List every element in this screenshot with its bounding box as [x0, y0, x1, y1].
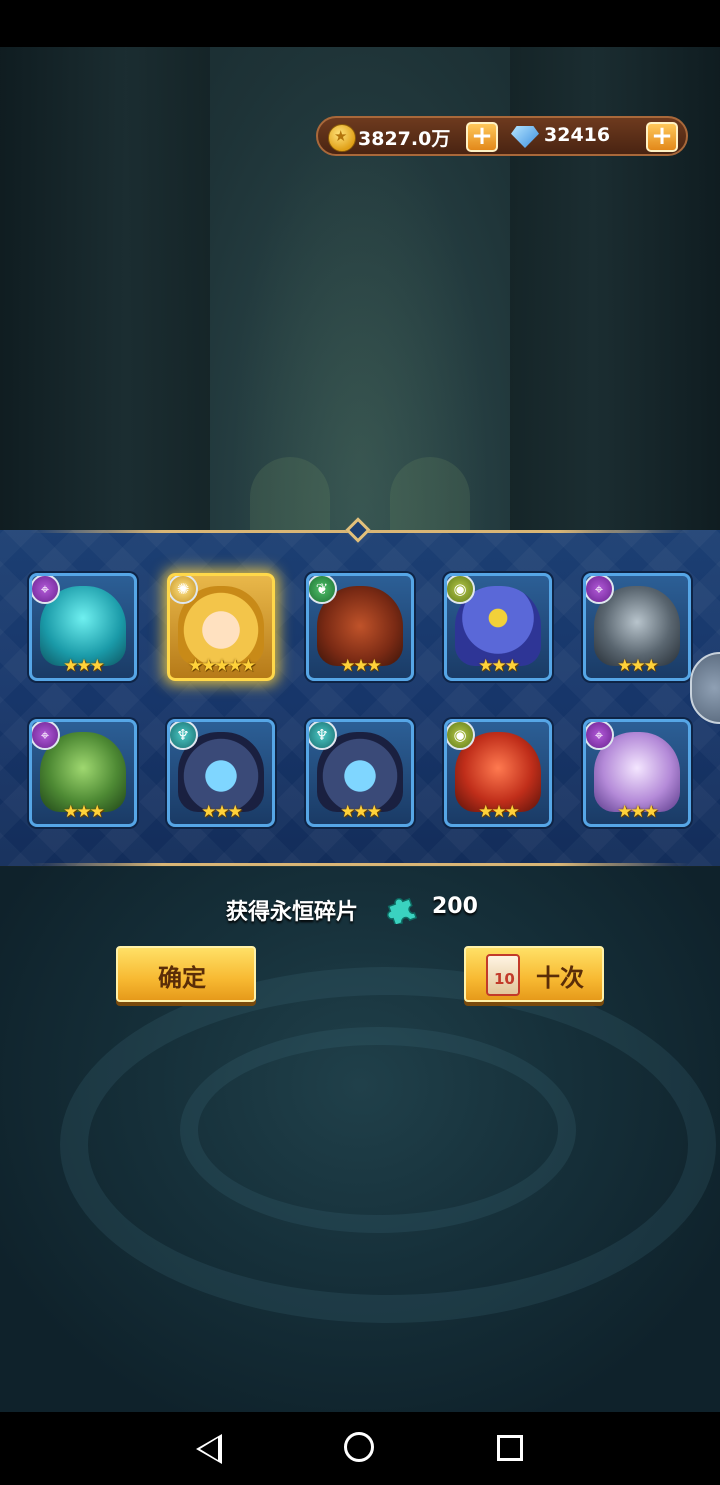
location-pin-icon: ⌖: [32, 576, 60, 604]
reward-amount: 200: [432, 894, 478, 919]
star-rating: ★★★: [63, 656, 105, 676]
hero-card-armored-knight[interactable]: ⌖ ★★★: [583, 573, 691, 681]
confirm-button[interactable]: 确定: [116, 946, 256, 1002]
star-rating: ★★★: [63, 802, 105, 822]
panel-bottom-border: [30, 863, 690, 866]
hero-card-dryad[interactable]: ⌖ ★★★: [29, 719, 137, 827]
hero-card-blonde-heroine[interactable]: ✺ ★★★★★: [167, 573, 275, 681]
gold-amount: 3827.0万: [358, 128, 451, 150]
hero-card-hooded-warrior[interactable]: ♆ ★★★: [167, 719, 275, 827]
tree-icon: ♆: [170, 722, 198, 750]
location-pin-icon: ⌖: [586, 722, 614, 750]
sun-icon: ✺: [170, 576, 198, 604]
hero-card-red-ogre[interactable]: ◉ ★★★: [444, 719, 552, 827]
puzzle-piece-icon: [387, 897, 418, 924]
eye-icon: ◉: [447, 722, 475, 750]
recent-apps-icon[interactable]: [497, 1435, 523, 1461]
leaf-icon: ❦: [309, 576, 337, 604]
floor-ring-inner: [180, 1027, 576, 1233]
location-pin-icon: ⌖: [586, 576, 614, 604]
temple-floor: [0, 867, 720, 1412]
hero-card-cyan-beast[interactable]: ⌖ ★★★: [29, 573, 137, 681]
location-pin-icon: ⌖: [32, 722, 60, 750]
star-rating: ★★★★★: [187, 656, 256, 676]
hero-card-cyclops-monster[interactable]: ◉ ★★★: [444, 573, 552, 681]
tree-icon: ♆: [309, 722, 337, 750]
left-pillar: [0, 47, 210, 567]
hero-card-werewolf[interactable]: ❦ ★★★: [306, 573, 414, 681]
star-rating: ★★★: [201, 802, 243, 822]
back-icon[interactable]: [196, 1434, 222, 1464]
eye-icon: ◉: [447, 576, 475, 604]
star-rating: ★★★: [617, 802, 659, 822]
scroll-number: 10: [494, 970, 515, 988]
star-rating: ★★★: [478, 802, 520, 822]
star-rating: ★★★: [617, 656, 659, 676]
star-rating: ★★★: [478, 656, 520, 676]
add-gold-button[interactable]: +: [466, 122, 498, 152]
home-icon[interactable]: [344, 1432, 374, 1462]
diamond-icon: [511, 126, 539, 148]
gold-coin-icon: [328, 124, 356, 152]
status-bar: [0, 0, 720, 47]
hero-card-hooded-warrior[interactable]: ♆ ★★★: [306, 719, 414, 827]
currency-bar: 3827.0万 + 32416 +: [316, 116, 688, 156]
confirm-label: 确定: [158, 964, 206, 992]
gem-amount: 32416: [544, 124, 611, 146]
reward-label: 获得永恒碎片: [226, 900, 359, 925]
star-rating: ★★★: [340, 656, 382, 676]
star-rating: ★★★: [340, 802, 382, 822]
summon-scroll-icon: 10: [486, 954, 520, 996]
add-gems-button[interactable]: +: [646, 122, 678, 152]
ten-times-label: 十次: [536, 964, 584, 992]
hero-card-ghost-girl[interactable]: ⌖ ★★★: [583, 719, 691, 827]
summon-ten-button[interactable]: 10 十次: [464, 946, 604, 1002]
